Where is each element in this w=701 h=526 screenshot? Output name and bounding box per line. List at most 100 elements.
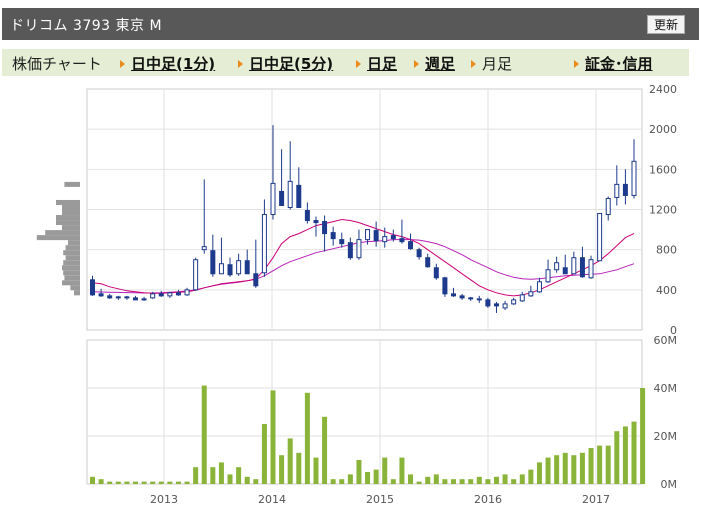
candle-body	[554, 262, 560, 271]
volume-bar	[476, 476, 482, 484]
volume-bar	[588, 448, 594, 484]
candle-body	[588, 259, 594, 279]
volume-bar	[167, 481, 173, 484]
candle-body	[493, 303, 499, 307]
candle-body	[365, 229, 371, 241]
volume-bar	[640, 388, 646, 484]
candle-body	[124, 296, 130, 299]
candle-body	[485, 299, 491, 307]
volume-profile-bar	[36, 235, 80, 241]
volume-bar	[528, 469, 534, 484]
volume-bar	[416, 481, 422, 484]
candle-body	[597, 213, 603, 262]
candle-body	[279, 190, 285, 206]
candle-body	[528, 291, 534, 297]
volume-bar	[579, 452, 585, 484]
volume-bar	[622, 426, 628, 484]
volume-profile-bar	[70, 285, 80, 291]
candle-body	[175, 292, 181, 296]
volume-bar	[459, 479, 465, 484]
volume-bar	[150, 481, 156, 484]
candle-body	[511, 299, 517, 305]
candle-body	[408, 241, 414, 250]
volume-bar	[296, 452, 302, 484]
volume-bar	[330, 479, 336, 484]
candle-body	[562, 267, 568, 275]
candle-body	[382, 236, 388, 243]
candle-body	[622, 183, 628, 196]
volume-bar	[442, 479, 448, 484]
candle-body	[184, 289, 190, 296]
candle-body	[270, 182, 276, 216]
candle-body	[261, 214, 267, 274]
candle-body	[296, 184, 302, 208]
volume-bar	[545, 457, 551, 484]
volume-bar	[399, 457, 405, 484]
volume-bar	[124, 481, 130, 484]
candle-body	[107, 295, 113, 299]
volume-bar	[313, 457, 319, 484]
volume-bar	[132, 481, 138, 484]
candle-body	[425, 257, 431, 268]
x-tick-label: 2013	[150, 493, 178, 506]
volume-bar	[408, 474, 414, 484]
volume-bar	[175, 481, 181, 484]
candle-body	[399, 238, 405, 243]
price-tick-label: 2400	[649, 83, 677, 96]
candle-body	[519, 294, 525, 302]
price-tick-label: 2000	[649, 123, 677, 136]
x-tick-label: 2014	[258, 493, 286, 506]
candle-body	[132, 297, 138, 301]
candle-body	[416, 249, 422, 258]
volume-bar	[270, 390, 276, 484]
volume-bar	[493, 476, 499, 484]
volume-bar	[631, 421, 637, 484]
candle-body	[322, 221, 328, 235]
candle-body	[356, 239, 362, 259]
volume-bar	[519, 474, 525, 484]
volume-profile-bar	[62, 280, 80, 286]
volume-profile-bar	[63, 250, 80, 256]
volume-bar	[365, 472, 371, 484]
volume-profile-bar	[62, 225, 80, 231]
volume-bar	[322, 416, 328, 484]
candle-body	[571, 257, 577, 275]
candle-body	[373, 230, 379, 242]
volume-bar	[218, 462, 224, 484]
candle-body	[330, 232, 336, 240]
candle-body	[339, 239, 345, 245]
volume-profile-bar	[64, 275, 80, 281]
volume-bar	[382, 457, 388, 484]
volume-bar	[356, 460, 362, 484]
candle-body	[605, 197, 611, 216]
candle-body	[115, 296, 121, 299]
candle-body	[536, 281, 542, 293]
volume-bar	[468, 479, 474, 484]
volume-profile-bar	[74, 290, 80, 296]
volume-profile-bar	[62, 210, 80, 216]
x-tick-label: 2016	[474, 493, 502, 506]
volume-tick-label: 60M	[654, 334, 678, 347]
candle-body	[193, 259, 199, 291]
candle-body	[287, 180, 293, 208]
price-tick-label: 1600	[649, 163, 677, 176]
volume-bar	[115, 481, 121, 484]
candle-body	[141, 298, 147, 301]
volume-profile-bar	[64, 181, 80, 187]
x-tick-label: 2017	[582, 493, 610, 506]
volume-profile-bar	[68, 240, 80, 246]
volume-bar	[244, 476, 250, 484]
volume-bar	[597, 445, 603, 484]
candle-body	[167, 292, 173, 297]
candle-body	[150, 293, 156, 299]
volume-profile-bar	[45, 230, 80, 236]
candle-body	[244, 260, 250, 275]
volume-bar	[485, 479, 491, 484]
candle-body	[201, 246, 207, 251]
volume-tick-label: 0M	[661, 478, 678, 491]
volume-bar	[605, 445, 611, 484]
volume-bar	[502, 474, 508, 484]
candle-body	[502, 303, 508, 309]
volume-bar	[98, 479, 104, 484]
volume-bar	[614, 431, 620, 484]
